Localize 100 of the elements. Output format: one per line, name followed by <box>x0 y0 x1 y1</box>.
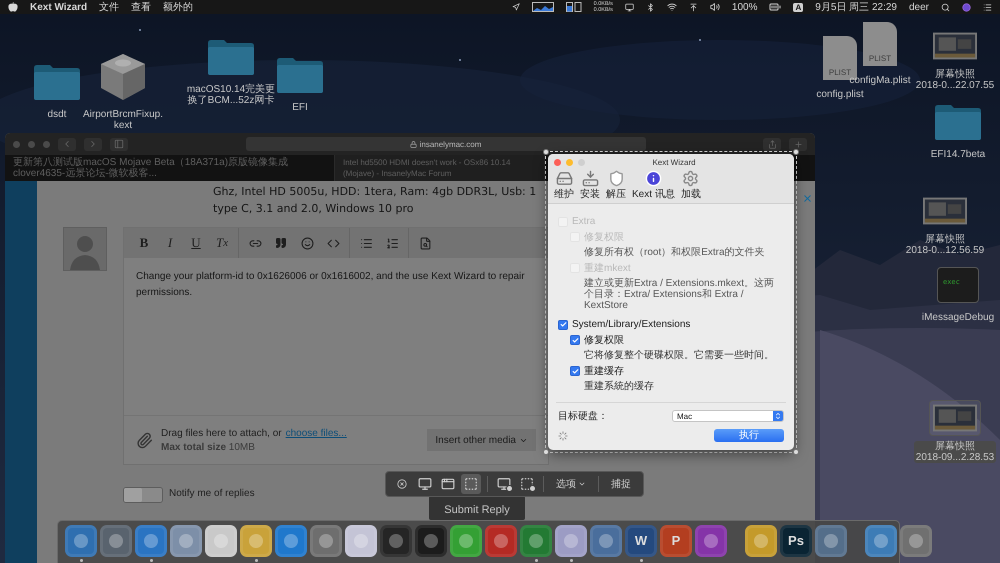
app-icon[interactable] <box>275 524 307 556</box>
notify-label: Notify me of replies <box>169 488 255 499</box>
app-icon[interactable] <box>450 524 482 556</box>
gear-icon <box>682 170 700 187</box>
app-icon[interactable] <box>380 524 412 556</box>
file-label[interactable]: 屏幕快照 2018-0...22.07.55 <box>914 69 996 91</box>
battery-icon[interactable] <box>769 1 782 13</box>
sidebar-button[interactable] <box>110 138 128 150</box>
post-text: Ghz, Intel HD 5005u, HDD: 1tera, Ram: 4gb DDR3L, Usb: 1 type C, 3.1 and 2.0, Windows 10 pro <box>213 184 538 217</box>
address-bar[interactable]: insanelymac.com <box>246 137 646 151</box>
app-menu[interactable]: Kext Wizard <box>30 2 88 12</box>
screenshot-thumbnail-icon <box>923 197 967 225</box>
run-button[interactable]: 执行 <box>714 429 784 442</box>
app-icon[interactable] <box>170 524 202 556</box>
capture-button[interactable]: 捕捉 <box>605 477 637 491</box>
app-icon[interactable] <box>865 524 897 556</box>
menu-item[interactable]: 文件 <box>99 0 120 14</box>
file-label[interactable]: macOS10.14完美更 换了BCM...52z网卡 <box>184 84 278 106</box>
close-icon <box>397 479 407 489</box>
app-icon[interactable] <box>520 524 552 556</box>
toolbar-item[interactable]: 解压 <box>606 170 626 201</box>
app-icon[interactable] <box>900 524 932 556</box>
screenshot-thumbnail-icon <box>933 404 977 432</box>
menu-icon[interactable] <box>983 2 992 12</box>
app-icon[interactable] <box>205 524 237 556</box>
file-label[interactable]: 屏幕快照 2018-0...12.56.59 <box>904 234 986 256</box>
option-description: 重建系統的缓存 <box>584 381 655 392</box>
siri-icon[interactable] <box>962 2 971 12</box>
insert-media-button[interactable]: Insert other media <box>427 429 536 451</box>
numbered-list-icon <box>386 236 398 250</box>
shield-icon <box>608 170 624 187</box>
volume-icon[interactable] <box>710 2 720 12</box>
app-icon[interactable] <box>345 524 377 556</box>
app-icon[interactable] <box>590 524 622 556</box>
cpu-meter-icon[interactable] <box>532 2 554 12</box>
app-icon[interactable] <box>555 524 587 556</box>
screen-icon <box>418 477 432 491</box>
apple-menu-icon[interactable] <box>8 2 18 12</box>
file-label[interactable]: EFI <box>290 102 310 113</box>
app-icon[interactable]: W <box>625 524 657 556</box>
options-menu[interactable]: 选项 <box>550 477 592 491</box>
wifi-icon[interactable] <box>666 2 677 12</box>
app-icon[interactable] <box>415 524 447 556</box>
forward-button[interactable] <box>84 138 102 150</box>
notify-toggle[interactable] <box>123 487 163 503</box>
back-button[interactable] <box>58 138 76 150</box>
app-icon[interactable] <box>745 524 777 556</box>
app-icon[interactable] <box>135 524 167 556</box>
share-button[interactable] <box>763 138 781 150</box>
record-screen-icon <box>497 477 511 491</box>
file-label[interactable]: AirportBrcmFixup. kext <box>81 109 166 131</box>
option-label: 重建缓存 <box>584 364 624 378</box>
file-label[interactable]: configMa.plist <box>847 75 913 86</box>
app-icon[interactable]: P <box>660 524 692 556</box>
menu-item[interactable]: 额外的 <box>163 0 194 14</box>
file-type-label: PLIST <box>868 54 892 63</box>
toolbar-item[interactable]: Kext 讯息 <box>632 170 675 201</box>
search-icon[interactable] <box>941 2 950 12</box>
format-button[interactable]: I <box>159 232 181 254</box>
file-label[interactable]: iMessageDebug <box>920 312 996 323</box>
record-selection-icon <box>520 477 534 491</box>
format-button[interactable]: B <box>133 232 155 254</box>
location-icon[interactable] <box>512 3 520 11</box>
drive-icon <box>556 170 572 187</box>
spinner-icon <box>558 430 568 440</box>
target-disk-select[interactable]: Mac <box>672 410 784 422</box>
menu-item[interactable]: 查看 <box>131 0 152 14</box>
screenshot-thumbnail-icon <box>933 32 977 60</box>
app-icon[interactable]: Ps <box>780 524 812 556</box>
submit-button[interactable]: Submit Reply <box>429 496 525 520</box>
drive-download-icon <box>582 170 598 187</box>
toolbar-item[interactable]: 加载 <box>680 170 701 201</box>
memory-meter-icon[interactable] <box>566 2 582 12</box>
capture-mode-button[interactable] <box>461 474 481 494</box>
format-button[interactable]: U <box>185 232 207 254</box>
clock[interactable]: 9月5日 周三 22:29 <box>815 0 897 14</box>
folder-icon <box>208 39 254 75</box>
app-icon[interactable] <box>100 524 132 556</box>
app-icon[interactable] <box>310 524 342 556</box>
file-label[interactable]: EFI14.7beta <box>928 149 988 160</box>
checkbox[interactable] <box>570 366 580 376</box>
file-label[interactable]: config.plist <box>814 89 866 100</box>
bluetooth-icon[interactable] <box>646 2 655 12</box>
checkbox[interactable] <box>570 335 580 345</box>
file-label[interactable]: 屏幕快照 2018-09...2.28.53 <box>914 441 996 463</box>
app-icon[interactable] <box>240 524 272 556</box>
folder-icon <box>277 57 323 93</box>
eject-icon[interactable] <box>688 2 698 12</box>
user-menu[interactable]: deer <box>908 2 929 12</box>
option-description: 它将修复整个硬碟权限。它需要一些时间。 <box>584 350 775 361</box>
display-icon[interactable] <box>624 2 634 12</box>
input-source[interactable]: A <box>793 2 804 12</box>
app-icon[interactable] <box>65 524 97 556</box>
paperclip-icon <box>136 432 153 448</box>
window-icon <box>441 477 455 491</box>
toolbar-item[interactable]: 安装 <box>580 170 600 201</box>
toolbar-item[interactable]: 维护 <box>554 170 574 201</box>
file-label[interactable]: dsdt <box>46 109 68 120</box>
checkbox[interactable] <box>558 320 568 330</box>
app-icon[interactable] <box>815 524 847 556</box>
